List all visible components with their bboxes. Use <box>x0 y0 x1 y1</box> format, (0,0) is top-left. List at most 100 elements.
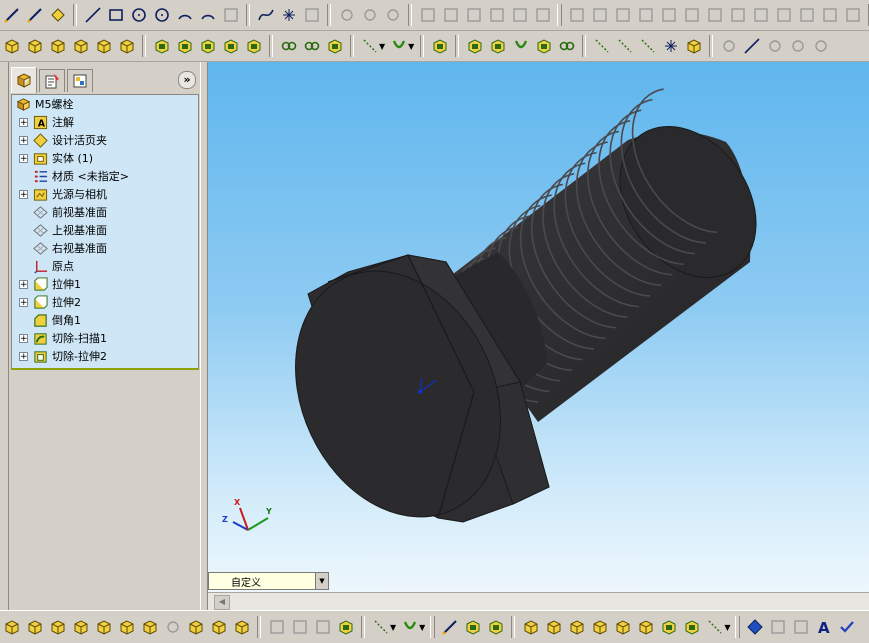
horizontal-scrollbar[interactable]: ◀ <box>208 592 869 610</box>
tree-item[interactable]: + 拉伸1 <box>12 275 198 293</box>
chevron-down-icon[interactable]: ▼ <box>408 42 414 51</box>
feat-tool-icon[interactable] <box>186 617 206 637</box>
featg-tool-icon[interactable] <box>659 617 679 637</box>
expand-icon[interactable]: + <box>19 351 28 361</box>
spline-tool-icon[interactable] <box>256 5 276 25</box>
check-tool-icon[interactable] <box>837 617 857 637</box>
greyc-tool-icon[interactable] <box>337 5 357 25</box>
grey-tool-icon[interactable] <box>290 617 310 637</box>
grey-tool-icon[interactable] <box>768 617 788 637</box>
expand-panel-button[interactable]: » <box>178 71 196 89</box>
feat-tool-icon[interactable] <box>636 617 656 637</box>
tab-property-manager[interactable] <box>39 69 65 92</box>
graphics-area[interactable]: Z Y X 自定义 ▼ ◀ <box>208 62 869 610</box>
toolbar-grip[interactable] <box>735 616 741 638</box>
sketch-tool-icon[interactable] <box>2 5 22 25</box>
sketch-tool-icon[interactable] <box>440 617 460 637</box>
greyc-tool-icon[interactable] <box>811 36 831 56</box>
grey-tool-icon[interactable] <box>267 617 287 637</box>
expand-icon[interactable]: + <box>19 333 28 343</box>
arc-tool-icon[interactable] <box>175 5 195 25</box>
grey-tool-icon[interactable] <box>590 5 610 25</box>
featg-tool-icon[interactable] <box>465 36 485 56</box>
bolt-model[interactable]: Z Y X <box>208 62 869 610</box>
tree-root-part[interactable]: M5螺栓 <box>12 95 198 113</box>
featg-tool-icon[interactable] <box>198 36 218 56</box>
line-tool-icon[interactable] <box>83 5 103 25</box>
featg-tool-icon[interactable] <box>463 617 483 637</box>
expand-icon[interactable]: + <box>19 297 28 307</box>
grey-tool-icon[interactable] <box>843 5 863 25</box>
feat-tool-icon[interactable] <box>25 617 45 637</box>
ref-tool-icon[interactable] <box>48 5 68 25</box>
featg-tool-icon[interactable] <box>682 617 702 637</box>
grey-tool-icon[interactable] <box>751 5 771 25</box>
featg-tool-icon[interactable] <box>221 36 241 56</box>
feat-tool-icon[interactable] <box>140 617 160 637</box>
tab-configuration-manager[interactable] <box>67 69 93 92</box>
grey-tool-icon[interactable] <box>728 5 748 25</box>
tree-item[interactable]: 原点 <box>12 257 198 275</box>
greyc-tool-icon[interactable] <box>719 36 739 56</box>
expand-icon[interactable]: + <box>19 153 28 163</box>
grey-tool-icon[interactable] <box>418 5 438 25</box>
feat-tool-icon[interactable] <box>48 36 68 56</box>
feat-tool-icon[interactable] <box>2 36 22 56</box>
line-tool-icon[interactable] <box>742 36 762 56</box>
greenc-tool-icon[interactable] <box>511 36 531 56</box>
expand-icon[interactable]: + <box>19 117 28 127</box>
grey-tool-icon[interactable] <box>487 5 507 25</box>
feat-tool-icon[interactable] <box>209 617 229 637</box>
greyc-tool-icon[interactable] <box>765 36 785 56</box>
axis-tool-icon[interactable] <box>705 617 725 637</box>
tree-item[interactable]: 前视基准面 <box>12 203 198 221</box>
chevron-down-icon[interactable]: ▼ <box>379 42 385 51</box>
feat-tool-icon[interactable] <box>71 617 91 637</box>
circle-tool-icon[interactable] <box>129 5 149 25</box>
grey-tool-icon[interactable] <box>636 5 656 25</box>
axis-tool-icon[interactable] <box>371 617 391 637</box>
grey-tool-icon[interactable] <box>659 5 679 25</box>
featg-tool-icon[interactable] <box>336 617 356 637</box>
axis-tool-icon[interactable] <box>360 36 380 56</box>
grey-tool-icon[interactable] <box>820 5 840 25</box>
sketch-tool-icon[interactable] <box>25 5 45 25</box>
tree-item[interactable]: 上视基准面 <box>12 221 198 239</box>
grey-tool-icon[interactable] <box>567 5 587 25</box>
chevron-down-icon[interactable]: ▼ <box>724 623 730 632</box>
grey-tool-icon[interactable] <box>221 5 241 25</box>
expand-icon[interactable]: + <box>19 135 28 145</box>
feat-tool-icon[interactable] <box>232 617 252 637</box>
arc-tool-icon[interactable] <box>198 5 218 25</box>
tree-item[interactable]: 倒角1 <box>12 311 198 329</box>
feat-tool-icon[interactable] <box>71 36 91 56</box>
configuration-dropdown[interactable]: 自定义 ▼ <box>208 572 329 590</box>
feat-tool-icon[interactable] <box>117 617 137 637</box>
toolbar-grip[interactable] <box>557 4 562 26</box>
grey-tool-icon[interactable] <box>797 5 817 25</box>
feat-tool-icon[interactable] <box>94 36 114 56</box>
grey-tool-icon[interactable] <box>705 5 725 25</box>
tree-item[interactable]: + 切除-拉伸2 <box>12 347 198 365</box>
grey-tool-icon[interactable] <box>613 5 633 25</box>
tree-item[interactable]: + A 注解 <box>12 113 198 131</box>
txtA-tool-icon[interactable]: A <box>814 617 834 637</box>
expand-icon[interactable]: + <box>19 279 28 289</box>
chevron-down-icon[interactable]: ▼ <box>390 623 396 632</box>
axis-tool-icon[interactable] <box>615 36 635 56</box>
featg-tool-icon[interactable] <box>325 36 345 56</box>
chevron-down-icon[interactable]: ▼ <box>419 623 425 632</box>
blue-tool-icon[interactable] <box>745 617 765 637</box>
greenc-tool-icon[interactable] <box>400 617 420 637</box>
point-tool-icon[interactable] <box>279 5 299 25</box>
grey-tool-icon[interactable] <box>774 5 794 25</box>
feat-tool-icon[interactable] <box>117 36 137 56</box>
grey-tool-icon[interactable] <box>510 5 530 25</box>
feat-tool-icon[interactable] <box>25 36 45 56</box>
feat-tool-icon[interactable] <box>567 617 587 637</box>
featg-tool-icon[interactable] <box>244 36 264 56</box>
scroll-left-button[interactable]: ◀ <box>214 595 230 610</box>
tree-item[interactable]: + 实体 (1) <box>12 149 198 167</box>
tab-feature-manager[interactable] <box>11 67 37 93</box>
tree-item[interactable]: + 切除-扫描1 <box>12 329 198 347</box>
